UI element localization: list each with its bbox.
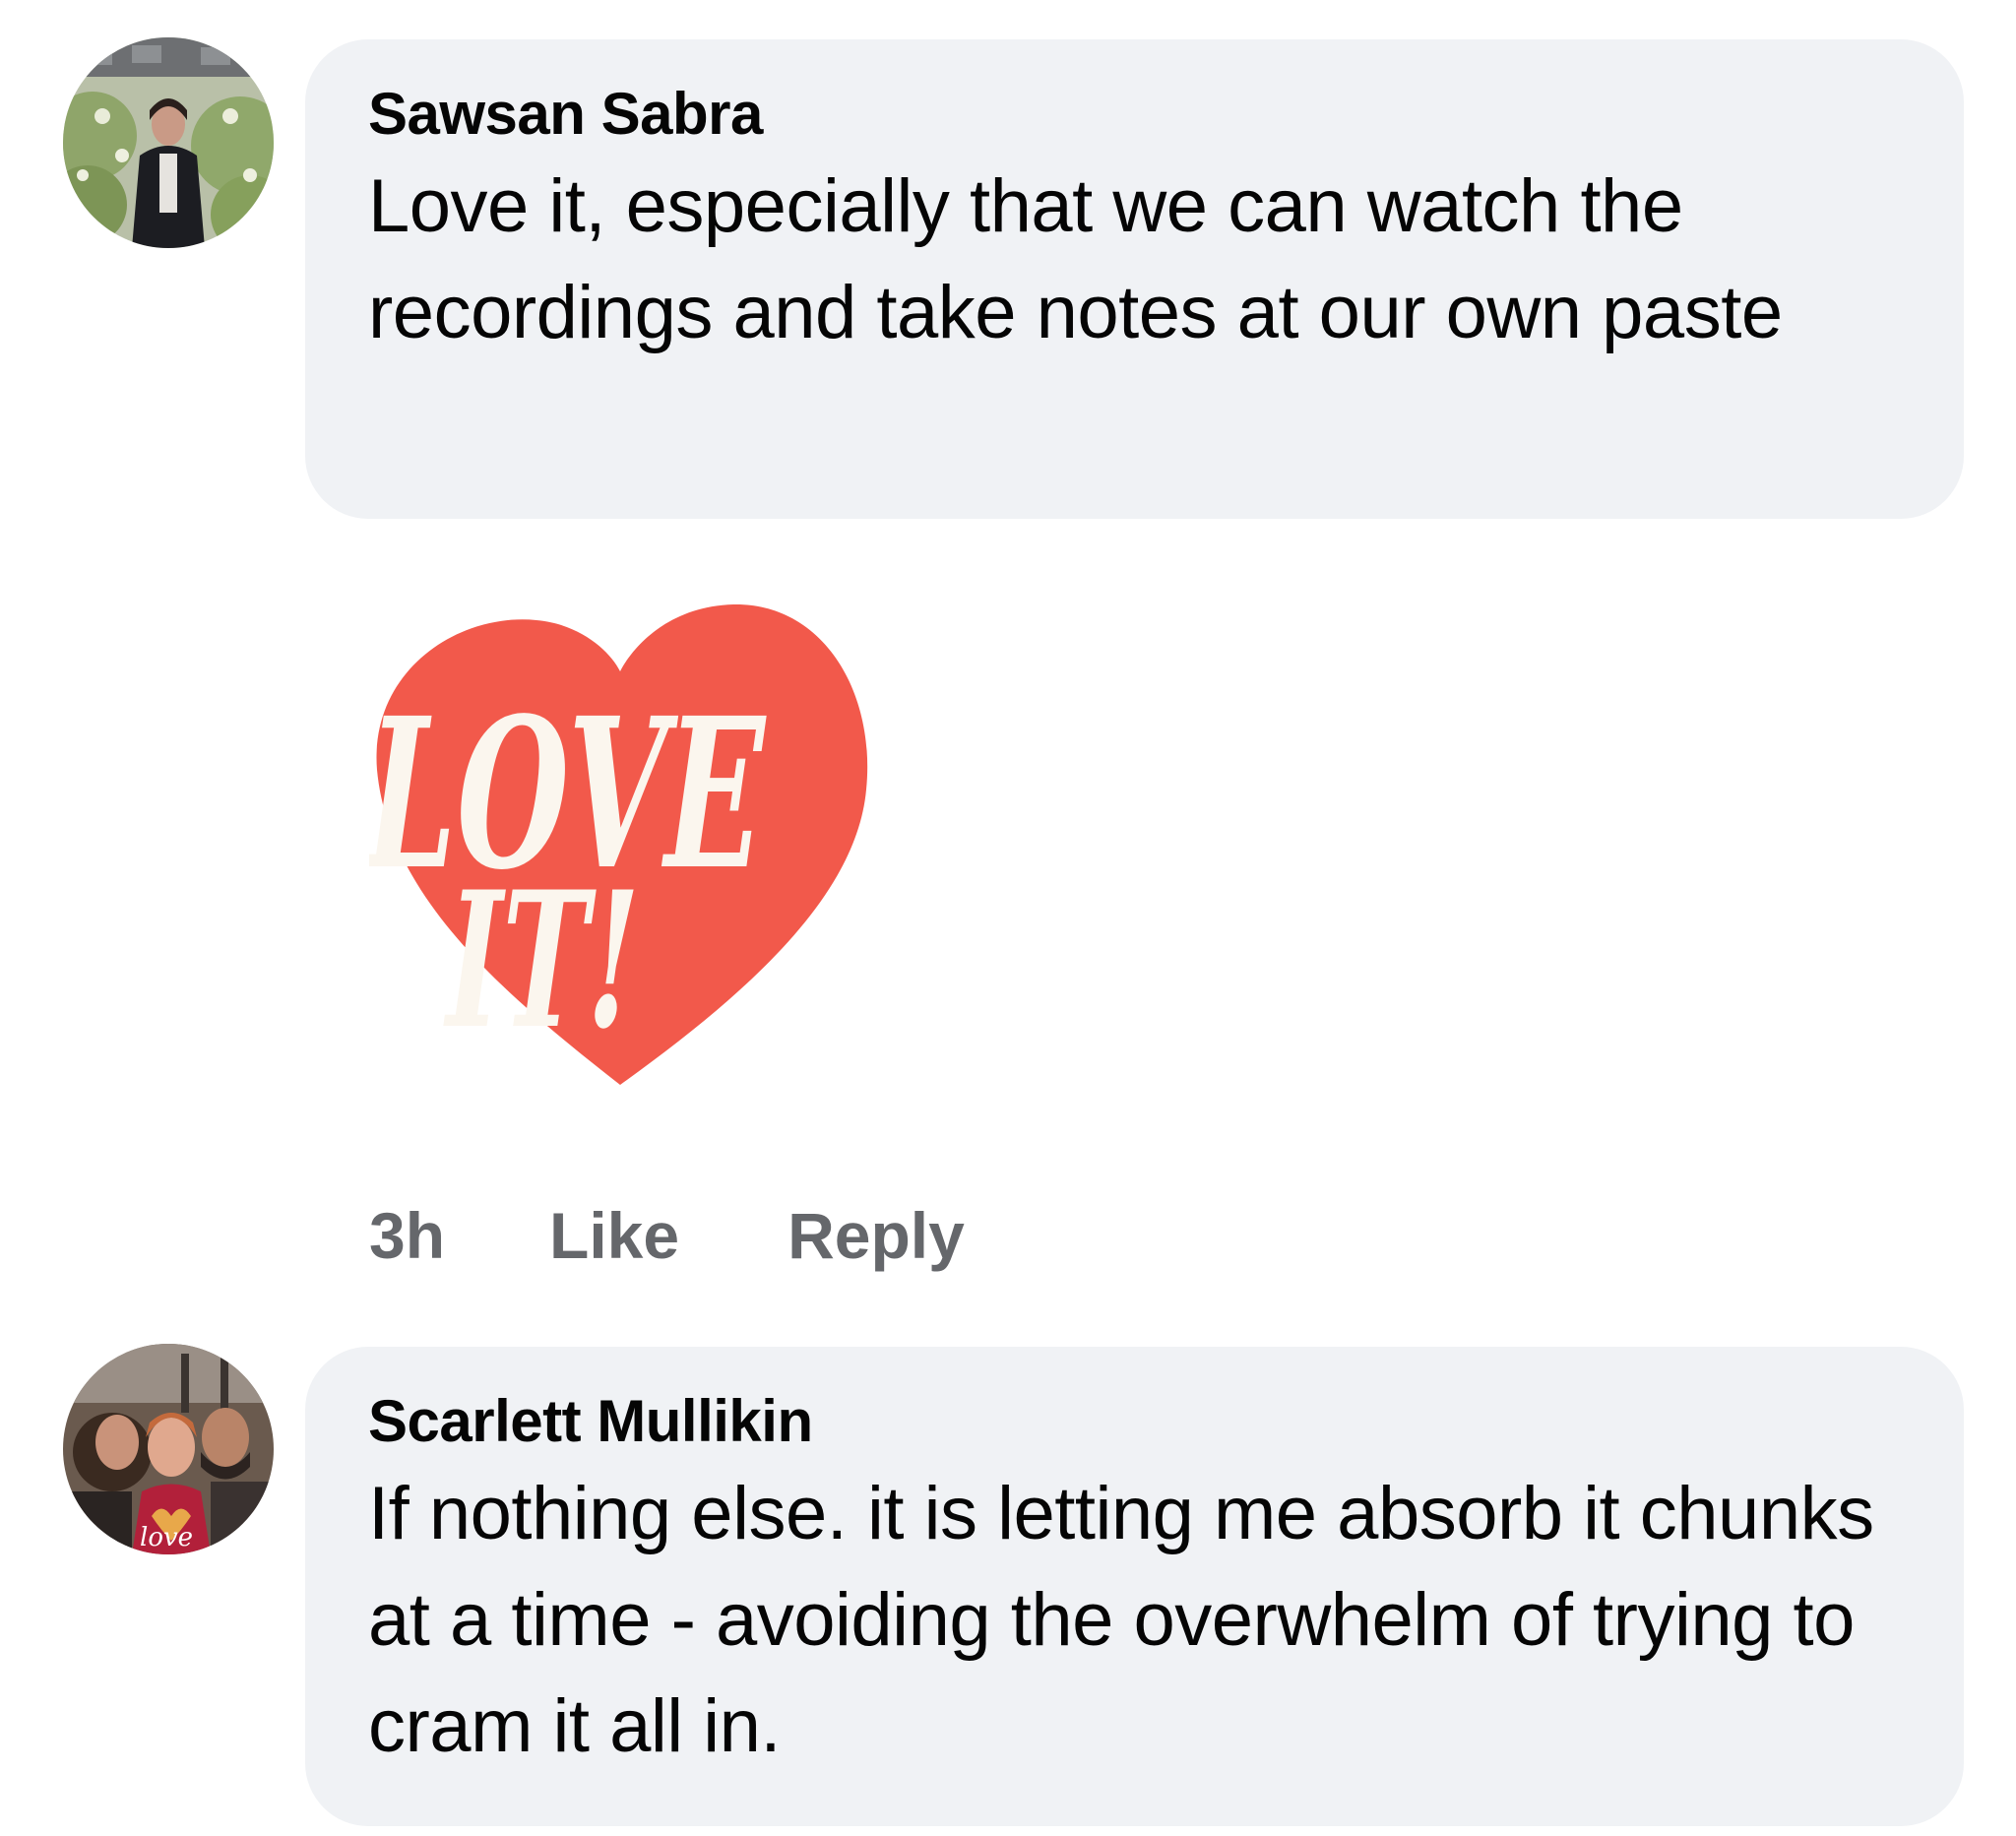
comment-author[interactable]: Scarlett Mullikin	[368, 1386, 1905, 1457]
like-button[interactable]: Like	[549, 1198, 679, 1273]
avatar-photo	[63, 37, 274, 248]
avatar-photo: love	[63, 1344, 274, 1554]
comment-author[interactable]: Sawsan Sabra	[368, 79, 1905, 150]
comment-bubble: Sawsan Sabra Love it, especially that we…	[305, 39, 1964, 519]
comment-text: If nothing else. it is letting me absorb…	[368, 1472, 1874, 1768]
avatar-overlay-text: love	[140, 1523, 193, 1552]
comment-timestamp[interactable]: 3h	[369, 1198, 445, 1273]
comment-actions: 3h Like Reply	[369, 1196, 1073, 1275]
avatar[interactable]	[63, 37, 274, 248]
comment-text: Love it, especially that we can watch th…	[368, 164, 1783, 354]
love-it-sticker[interactable]: LOVE IT!	[349, 602, 871, 1095]
reply-button[interactable]: Reply	[788, 1198, 965, 1273]
comment-bubble: Scarlett Mullikin If nothing else. it is…	[305, 1347, 1964, 1826]
sticker-word-it: IT!	[431, 851, 654, 1070]
avatar[interactable]: love	[63, 1344, 274, 1554]
